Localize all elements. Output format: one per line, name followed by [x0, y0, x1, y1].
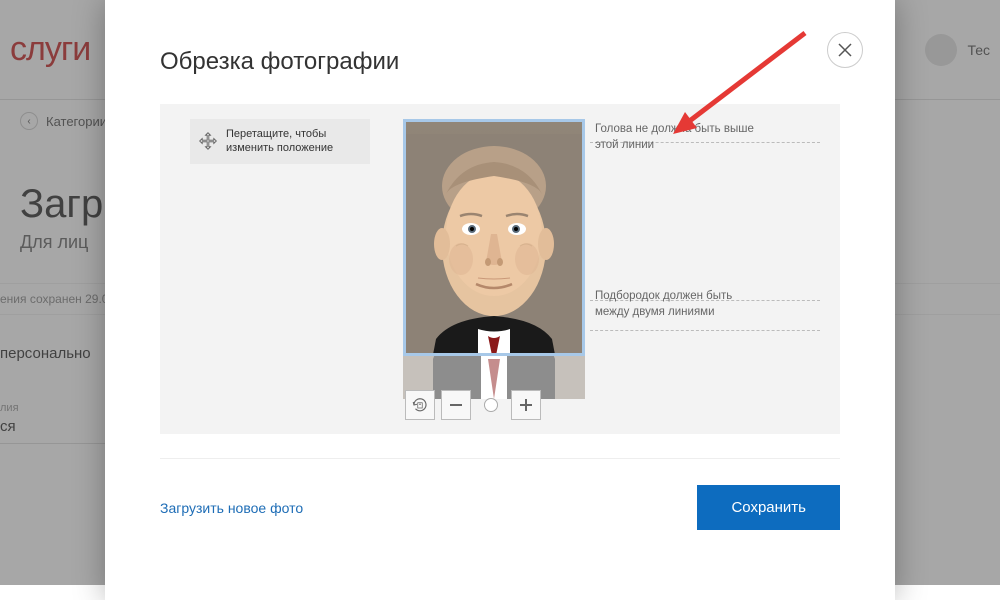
minus-icon: [448, 397, 464, 413]
crop-selection[interactable]: [403, 119, 585, 356]
move-icon: [198, 131, 218, 151]
crop-area: Перетащите, чтобы изменить положение: [160, 104, 840, 434]
zoom-in-button[interactable]: [511, 390, 541, 420]
annotation-head: Голова не должна быть выше этой линии: [595, 122, 765, 153]
zoom-slider[interactable]: [477, 390, 505, 420]
close-icon: [838, 43, 852, 57]
save-button[interactable]: Сохранить: [697, 485, 840, 530]
drag-hint: Перетащите, чтобы изменить положение: [190, 119, 370, 164]
plus-icon: [518, 397, 534, 413]
annotation-chin: Подбородок должен быть между двумя линия…: [595, 289, 765, 320]
crop-modal: Обрезка фотографии Перетащите, чтобы изм…: [105, 0, 895, 600]
rotate-button[interactable]: [405, 390, 435, 420]
modal-footer: Загрузить новое фото Сохранить: [160, 459, 840, 530]
upload-new-link[interactable]: Загрузить новое фото: [160, 500, 303, 516]
crop-controls: [405, 390, 541, 420]
slider-knob[interactable]: [484, 398, 498, 412]
photo-face: [406, 134, 582, 356]
guide-line-chin-lower: [590, 330, 820, 331]
photo-container[interactable]: [403, 119, 585, 399]
zoom-out-button[interactable]: [441, 390, 471, 420]
close-button[interactable]: [827, 32, 863, 68]
drag-hint-text: Перетащите, чтобы изменить положение: [226, 127, 358, 156]
rotate-icon: [411, 396, 429, 414]
modal-title: Обрезка фотографии: [160, 48, 840, 76]
